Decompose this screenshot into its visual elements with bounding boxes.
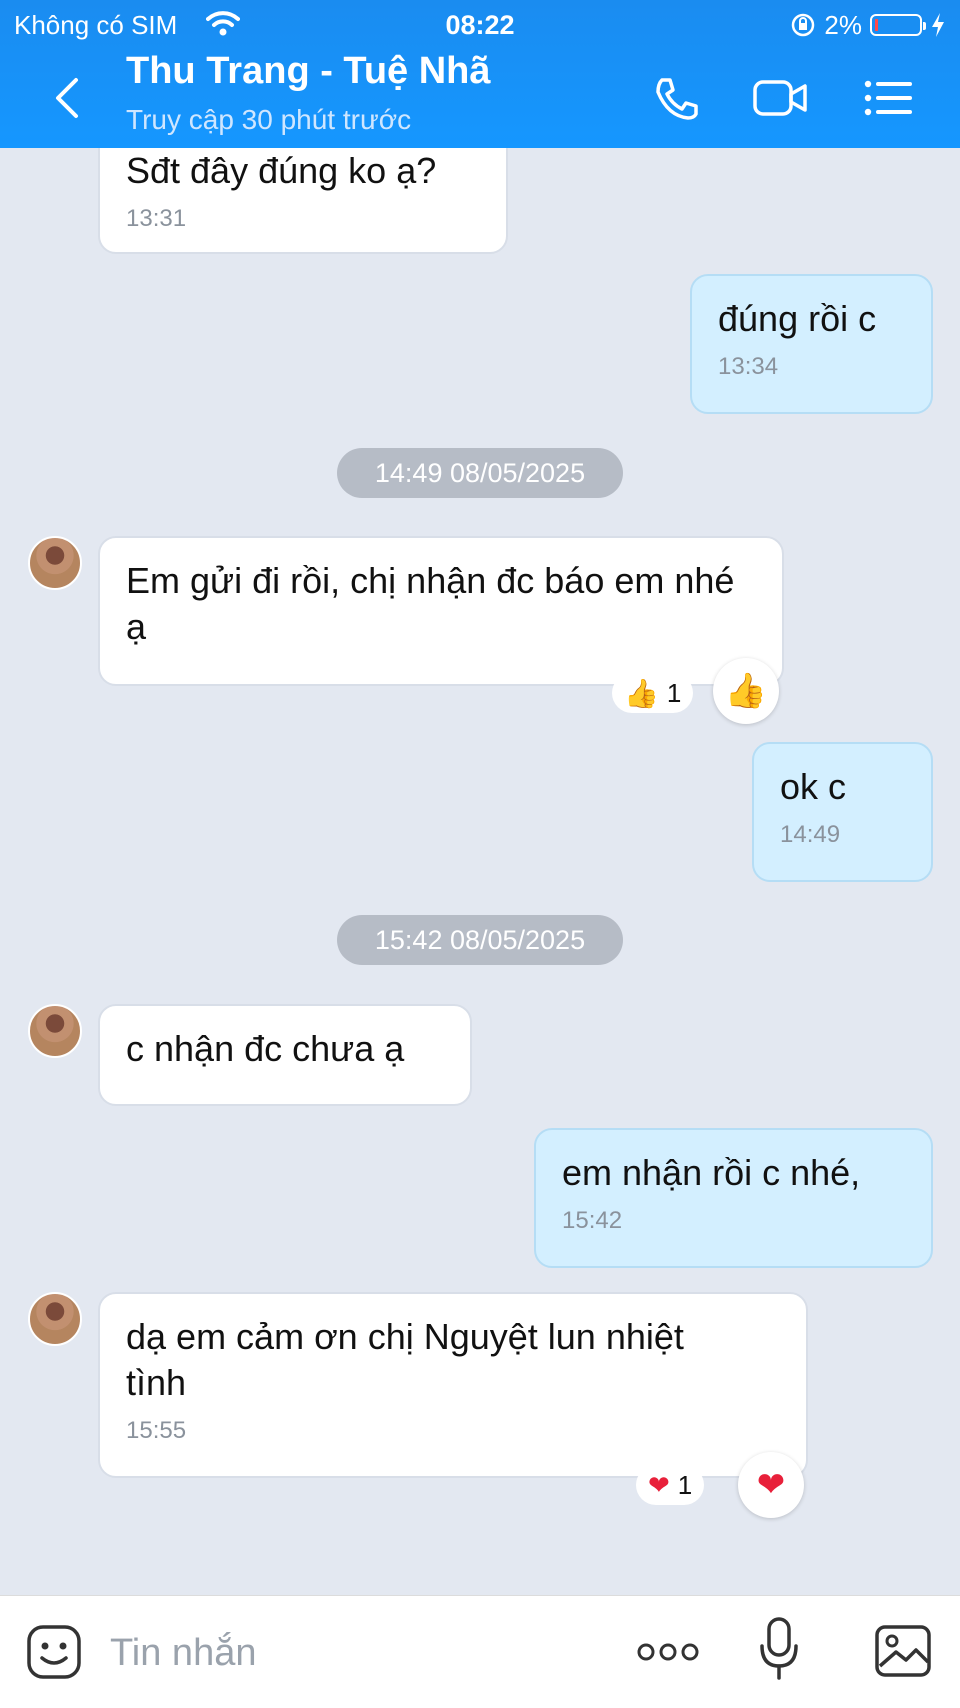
message-time: 13:34 bbox=[718, 353, 779, 380]
microphone-icon[interactable] bbox=[758, 1616, 800, 1682]
message-text: ok c bbox=[780, 766, 847, 807]
battery-icon bbox=[870, 14, 926, 36]
status-right: 2% bbox=[790, 8, 946, 42]
message-input[interactable] bbox=[108, 1624, 592, 1682]
date-separator: 15:42 08/05/2025 bbox=[337, 915, 623, 965]
heart-icon: ❤ bbox=[648, 1469, 670, 1500]
thumbs-up-icon: 👍 bbox=[624, 677, 659, 709]
charging-icon bbox=[932, 13, 944, 37]
date-separator: 14:49 08/05/2025 bbox=[337, 448, 623, 498]
battery-percent: 2% bbox=[824, 10, 862, 40]
outgoing-message[interactable]: em nhận rồi c nhé, 15:42 bbox=[534, 1128, 933, 1268]
message-time: 13:31 bbox=[126, 205, 187, 232]
outgoing-message[interactable]: ok c 14:49 bbox=[752, 742, 933, 882]
message-text: dạ em cảm ơn chị Nguyệt lun nhiệt tình bbox=[126, 1316, 684, 1403]
thumbs-up-icon: 👍 bbox=[724, 672, 768, 710]
reaction-button[interactable]: ❤ bbox=[738, 1452, 804, 1518]
chat-header: Không có SIM 08:22 2% Thu Trang - Tuệ Nh… bbox=[0, 0, 960, 148]
message-time: 15:42 bbox=[562, 1207, 623, 1234]
message-text: Em gửi đi rồi, chị nhận đc báo em nhé ạ bbox=[126, 560, 735, 647]
avatar[interactable] bbox=[28, 1292, 82, 1346]
composer-bar bbox=[0, 1595, 960, 1708]
message-text: Sđt đây đúng ko ạ? bbox=[126, 150, 437, 191]
outgoing-message[interactable]: đúng rồi c 13:34 bbox=[690, 274, 933, 414]
avatar[interactable] bbox=[28, 536, 82, 590]
message-text: c nhận đc chưa ạ bbox=[126, 1028, 405, 1069]
sticker-icon[interactable] bbox=[26, 1624, 82, 1680]
back-icon[interactable] bbox=[48, 74, 88, 122]
menu-icon[interactable] bbox=[862, 72, 918, 124]
message-text: đúng rồi c bbox=[718, 298, 877, 339]
orientation-lock-icon bbox=[792, 13, 815, 37]
heart-icon: ❤ bbox=[756, 1466, 786, 1504]
phone-icon[interactable] bbox=[648, 72, 704, 124]
incoming-message[interactable]: Em gửi đi rồi, chị nhận đc báo em nhé ạ bbox=[98, 536, 784, 686]
message-text: em nhận rồi c nhé, bbox=[562, 1152, 861, 1193]
contact-name[interactable]: Thu Trang - Tuệ Nhã bbox=[126, 50, 491, 93]
last-seen: Truy cập 30 phút trước bbox=[126, 104, 412, 135]
reaction-button[interactable]: 👍 bbox=[713, 658, 779, 724]
incoming-message[interactable]: c nhận đc chưa ạ bbox=[98, 1004, 472, 1106]
reaction-count: 1 bbox=[677, 1469, 693, 1500]
avatar[interactable] bbox=[28, 1004, 82, 1058]
more-options-icon[interactable] bbox=[636, 1640, 700, 1664]
message-time: 14:49 bbox=[780, 821, 841, 848]
image-icon[interactable] bbox=[874, 1624, 932, 1678]
reaction-count: 1 bbox=[666, 677, 682, 708]
incoming-message[interactable]: dạ em cảm ơn chị Nguyệt lun nhiệt tình 1… bbox=[98, 1292, 808, 1478]
reaction-summary[interactable]: ❤ 1 bbox=[636, 1465, 705, 1505]
message-time: 15:55 bbox=[126, 1417, 187, 1444]
reaction-summary[interactable]: 👍 1 bbox=[612, 673, 694, 713]
video-call-icon[interactable] bbox=[752, 72, 808, 124]
